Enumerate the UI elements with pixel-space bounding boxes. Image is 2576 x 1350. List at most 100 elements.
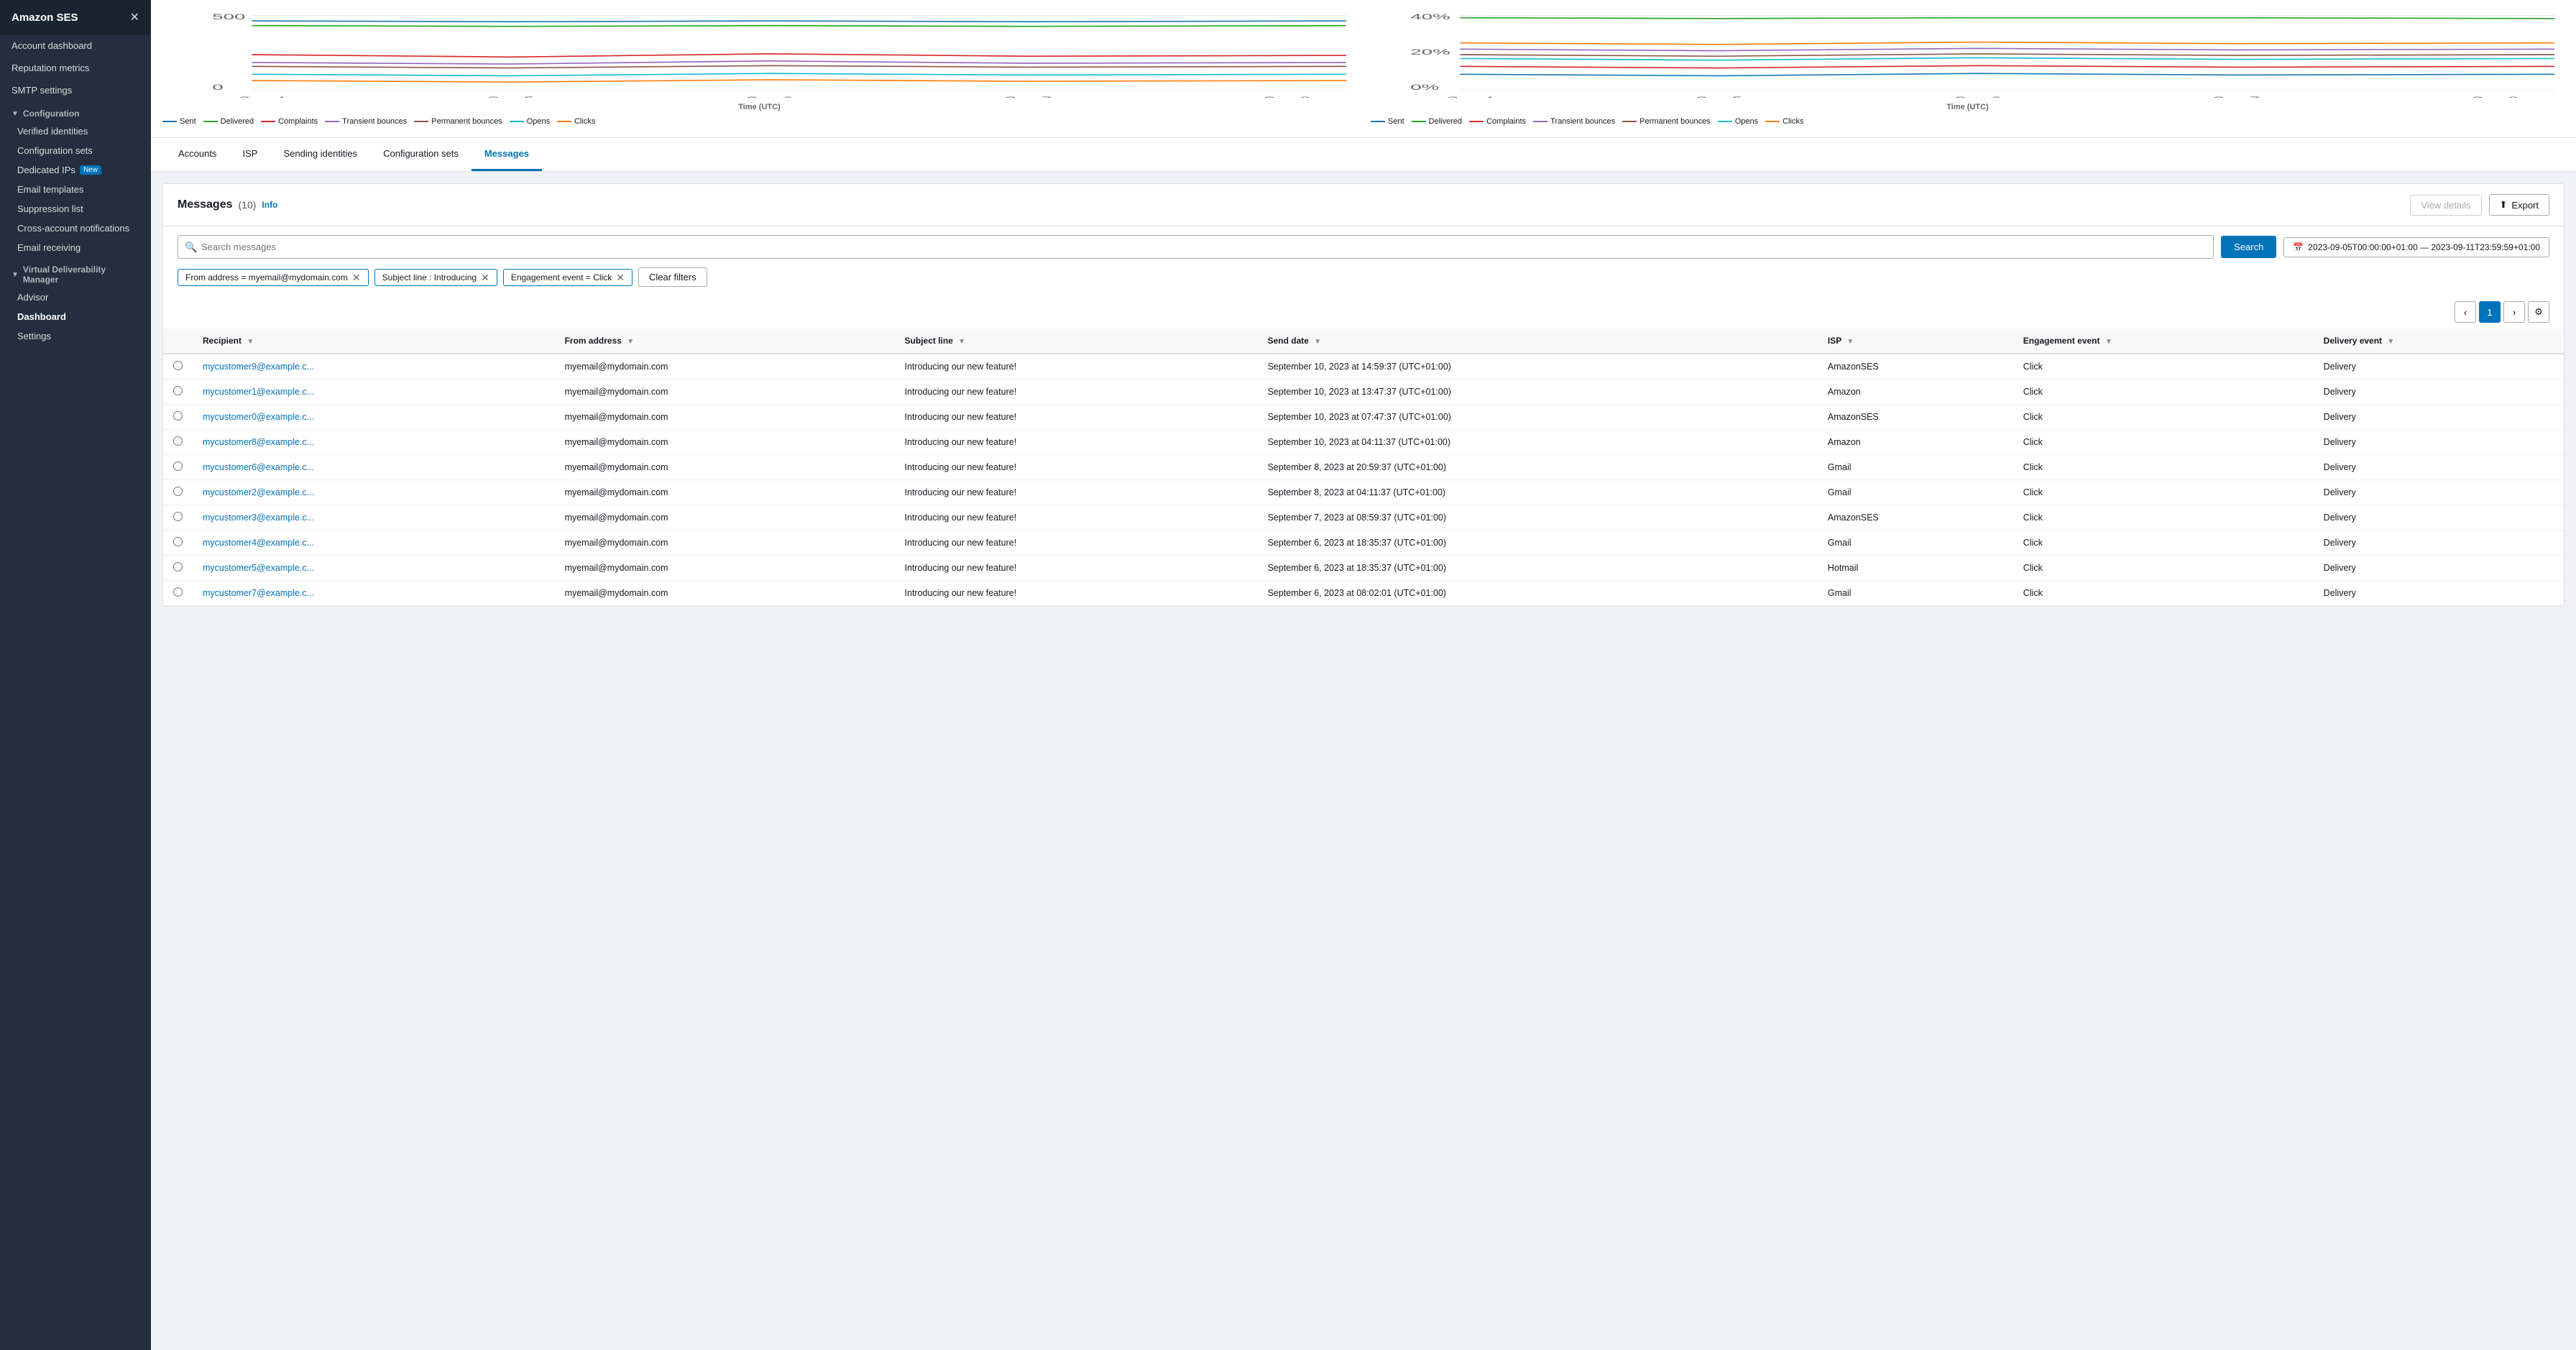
col-send-date[interactable]: Send date ▼	[1258, 329, 1818, 354]
sidebar-item-dashboard[interactable]: Dashboard	[0, 307, 151, 326]
sidebar-item-reputation-metrics[interactable]: Reputation metrics	[0, 57, 151, 79]
info-link[interactable]: Info	[262, 200, 277, 210]
row-delivery: Delivery	[2314, 505, 2564, 531]
recipient-link[interactable]: mycustomer0@example.c...	[203, 412, 314, 422]
col-delivery-event[interactable]: Delivery event ▼	[2314, 329, 2564, 354]
sidebar-item-advisor[interactable]: Advisor	[0, 288, 151, 307]
recipient-link[interactable]: mycustomer8@example.c...	[203, 437, 314, 447]
col-from-address[interactable]: From address ▼	[555, 329, 895, 354]
sidebar-item-account-dashboard[interactable]: Account dashboard	[0, 35, 151, 57]
row-select-cell[interactable]	[163, 505, 193, 531]
row-subject: Introducing our new feature!	[895, 581, 1258, 606]
row-select-cell[interactable]	[163, 556, 193, 581]
pagination-next-button[interactable]: ›	[2503, 301, 2525, 323]
row-radio-6[interactable]	[173, 512, 183, 521]
row-select-cell[interactable]	[163, 430, 193, 455]
view-details-button[interactable]: View details	[2410, 195, 2481, 216]
row-select-cell[interactable]	[163, 354, 193, 380]
row-isp: Gmail	[1818, 531, 2013, 556]
row-select-cell[interactable]	[163, 581, 193, 606]
row-select-cell[interactable]	[163, 455, 193, 480]
col-recipient[interactable]: Recipient ▼	[193, 329, 555, 354]
filter-row: From address = myemail@mydomain.com ✕ Su…	[163, 265, 2564, 295]
tab-messages[interactable]: Messages	[472, 138, 542, 171]
row-from: myemail@mydomain.com	[555, 455, 895, 480]
recipient-link[interactable]: mycustomer4@example.c...	[203, 538, 314, 548]
close-icon[interactable]: ✕	[130, 10, 139, 24]
date-range-value: 2023-09-05T00:00:00+01:00 — 2023-09-11T2…	[2308, 242, 2540, 252]
right-chart: 40% 20% 0%	[1371, 12, 2564, 126]
sidebar-item-configuration-sets[interactable]: Configuration sets	[0, 141, 151, 160]
tabs-bar: Accounts ISP Sending identities Configur…	[151, 138, 2576, 172]
table-row: mycustomer7@example.c... myemail@mydomai…	[163, 581, 2564, 606]
messages-title-area: Messages (10) Info	[178, 198, 277, 211]
recipient-link[interactable]: mycustomer7@example.c...	[203, 588, 314, 598]
row-radio-2[interactable]	[173, 411, 183, 421]
row-select-cell[interactable]	[163, 405, 193, 430]
sidebar-item-email-templates[interactable]: Email templates	[0, 180, 151, 199]
filter-tag-close-subject[interactable]: ✕	[481, 272, 489, 283]
row-send-date: September 7, 2023 at 08:59:37 (UTC+01:00…	[1258, 505, 1818, 531]
row-radio-1[interactable]	[173, 386, 183, 395]
export-icon: ⬆	[2500, 199, 2508, 211]
row-radio-9[interactable]	[173, 587, 183, 597]
row-delivery: Delivery	[2314, 531, 2564, 556]
tab-configuration-sets[interactable]: Configuration sets	[370, 138, 472, 171]
row-radio-7[interactable]	[173, 537, 183, 546]
row-from: myemail@mydomain.com	[555, 380, 895, 405]
date-range-picker[interactable]: 📅 2023-09-05T00:00:00+01:00 — 2023-09-11…	[2283, 237, 2549, 257]
sidebar-item-email-receiving[interactable]: Email receiving	[0, 238, 151, 257]
row-send-date: September 6, 2023 at 08:02:01 (UTC+01:00…	[1258, 581, 1818, 606]
row-recipient: mycustomer8@example.c...	[193, 430, 555, 455]
filter-tag-close-from[interactable]: ✕	[352, 272, 361, 283]
search-input[interactable]	[178, 235, 2214, 259]
recipient-link[interactable]: mycustomer5@example.c...	[203, 563, 314, 573]
sidebar-section-vdm[interactable]: ▼ Virtual Deliverability Manager	[0, 257, 151, 288]
recipient-link[interactable]: mycustomer9@example.c...	[203, 362, 314, 372]
recipient-link[interactable]: mycustomer1@example.c...	[203, 387, 314, 397]
row-radio-8[interactable]	[173, 562, 183, 571]
pagination-prev-button[interactable]: ‹	[2455, 301, 2476, 323]
sidebar-item-smtp-settings[interactable]: SMTP settings	[0, 79, 151, 101]
filter-tag-close-engagement[interactable]: ✕	[616, 272, 625, 283]
search-button[interactable]: Search	[2221, 236, 2276, 258]
clear-filters-button[interactable]: Clear filters	[638, 267, 707, 287]
row-radio-0[interactable]	[173, 361, 183, 370]
tab-accounts[interactable]: Accounts	[165, 138, 229, 171]
row-send-date: September 8, 2023 at 04:11:37 (UTC+01:00…	[1258, 480, 1818, 505]
sidebar-item-settings[interactable]: Settings	[0, 326, 151, 346]
tab-isp[interactable]: ISP	[229, 138, 270, 171]
recipient-link[interactable]: mycustomer6@example.c...	[203, 462, 314, 472]
sort-icon: ▼	[1846, 338, 1854, 346]
row-engagement: Click	[2013, 380, 2314, 405]
col-engagement-event[interactable]: Engagement event ▼	[2013, 329, 2314, 354]
row-isp: Hotmail	[1818, 556, 2013, 581]
pagination-settings-button[interactable]: ⚙	[2528, 301, 2549, 323]
row-isp: AmazonSES	[1818, 354, 2013, 380]
row-radio-4[interactable]	[173, 462, 183, 471]
sidebar: Amazon SES ✕ Account dashboard Reputatio…	[0, 0, 151, 1350]
table-row: mycustomer8@example.c... myemail@mydomai…	[163, 430, 2564, 455]
sidebar-item-verified-identities[interactable]: Verified identities	[0, 121, 151, 141]
sidebar-section-configuration[interactable]: ▼ Configuration	[0, 101, 151, 121]
row-select-cell[interactable]	[163, 531, 193, 556]
export-button[interactable]: ⬆ Export	[2489, 194, 2549, 216]
sidebar-item-cross-account[interactable]: Cross-account notifications	[0, 219, 151, 238]
row-engagement: Click	[2013, 505, 2314, 531]
pagination-page-1[interactable]: 1	[2479, 301, 2501, 323]
tab-sending-identities[interactable]: Sending identities	[270, 138, 370, 171]
row-select-cell[interactable]	[163, 380, 193, 405]
sidebar-item-suppression-list[interactable]: Suppression list	[0, 199, 151, 219]
recipient-link[interactable]: mycustomer3@example.c...	[203, 513, 314, 523]
row-radio-5[interactable]	[173, 487, 183, 496]
row-select-cell[interactable]	[163, 480, 193, 505]
row-radio-3[interactable]	[173, 436, 183, 446]
row-delivery: Delivery	[2314, 430, 2564, 455]
col-isp[interactable]: ISP ▼	[1818, 329, 2013, 354]
col-subject-line[interactable]: Subject line ▼	[895, 329, 1258, 354]
sidebar-item-dedicated-ips[interactable]: Dedicated IPs New	[0, 160, 151, 180]
row-subject: Introducing our new feature!	[895, 455, 1258, 480]
recipient-link[interactable]: mycustomer2@example.c...	[203, 487, 314, 497]
row-subject: Introducing our new feature!	[895, 556, 1258, 581]
row-subject: Introducing our new feature!	[895, 354, 1258, 380]
